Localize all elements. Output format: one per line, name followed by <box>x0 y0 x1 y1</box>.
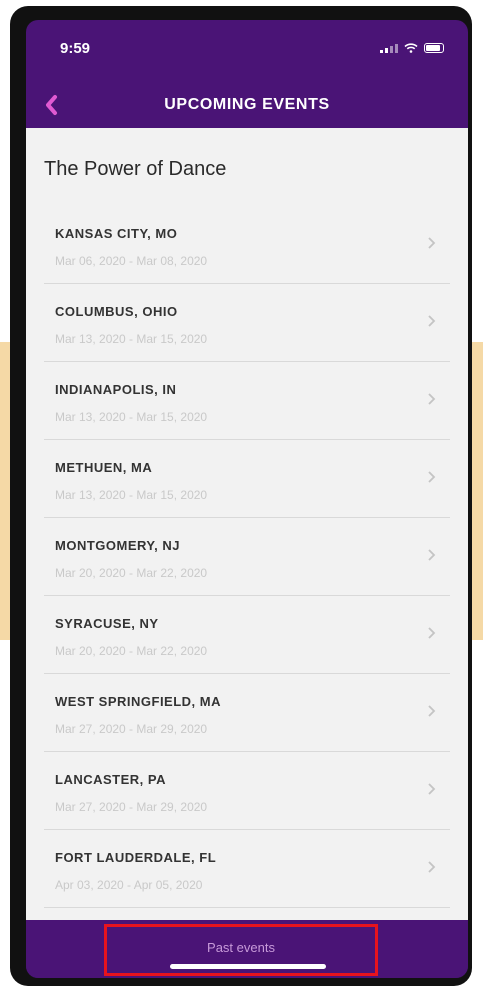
status-icons <box>380 43 444 53</box>
chevron-right-icon <box>428 783 436 795</box>
event-city: FORT LAUDERDALE, FL <box>55 850 217 865</box>
event-list-item[interactable]: SYRACUSE, NY Mar 20, 2020 - Mar 22, 2020 <box>44 596 450 674</box>
chevron-right-icon <box>428 705 436 717</box>
event-city: INDIANAPOLIS, IN <box>55 382 177 397</box>
event-city: SYRACUSE, NY <box>55 616 159 631</box>
event-city: MONTGOMERY, NJ <box>55 538 180 553</box>
bottom-bar: Past events <box>26 920 468 978</box>
event-dates: Apr 03, 2020 - Apr 05, 2020 <box>55 878 203 892</box>
nav-title: UPCOMING EVENTS <box>164 96 330 113</box>
event-dates: Mar 20, 2020 - Mar 22, 2020 <box>55 644 208 658</box>
event-dates: Mar 20, 2020 - Mar 22, 2020 <box>55 566 208 580</box>
home-indicator[interactable] <box>170 964 326 969</box>
event-dates: Mar 27, 2020 - Mar 29, 2020 <box>55 722 208 736</box>
chevron-right-icon <box>428 549 436 561</box>
event-dates: Mar 13, 2020 - Mar 15, 2020 <box>55 332 208 346</box>
phone-screen: 9:59 UPCOMING EVENTS The Power of Dance … <box>26 20 468 978</box>
nav-bar: UPCOMING EVENTS <box>26 80 468 130</box>
status-time: 9:59 <box>60 39 91 57</box>
event-city: METHUEN, MA <box>55 460 153 475</box>
wifi-icon <box>404 43 418 53</box>
event-dates: Mar 13, 2020 - Mar 15, 2020 <box>55 488 208 502</box>
content-area: The Power of Dance KANSAS CITY, MO Mar 0… <box>26 128 468 920</box>
event-list-item[interactable]: KANSAS CITY, MO Mar 06, 2020 - Mar 08, 2… <box>44 206 450 284</box>
signal-icon <box>380 43 398 53</box>
event-list: KANSAS CITY, MO Mar 06, 2020 - Mar 08, 2… <box>26 206 468 908</box>
event-list-item[interactable]: WEST SPRINGFIELD, MA Mar 27, 2020 - Mar … <box>44 674 450 752</box>
back-button[interactable] <box>36 90 66 120</box>
event-dates: Mar 13, 2020 - Mar 15, 2020 <box>55 410 208 424</box>
event-list-item[interactable]: METHUEN, MA Mar 13, 2020 - Mar 15, 2020 <box>44 440 450 518</box>
event-list-item[interactable]: MONTGOMERY, NJ Mar 20, 2020 - Mar 22, 20… <box>44 518 450 596</box>
event-list-item[interactable]: LANCASTER, PA Mar 27, 2020 - Mar 29, 202… <box>44 752 450 830</box>
event-list-item[interactable]: COLUMBUS, OHIO Mar 13, 2020 - Mar 15, 20… <box>44 284 450 362</box>
status-bar: 9:59 <box>26 20 468 76</box>
event-city: COLUMBUS, OHIO <box>55 304 178 319</box>
past-events-label: Past events <box>207 939 275 955</box>
event-city: LANCASTER, PA <box>55 772 166 787</box>
chevron-right-icon <box>428 471 436 483</box>
chevron-right-icon <box>428 627 436 639</box>
chevron-right-icon <box>428 393 436 405</box>
event-list-item[interactable]: INDIANAPOLIS, IN Mar 13, 2020 - Mar 15, … <box>44 362 450 440</box>
chevron-left-icon <box>46 95 57 115</box>
event-dates: Mar 27, 2020 - Mar 29, 2020 <box>55 800 208 814</box>
chevron-right-icon <box>428 315 436 327</box>
chevron-right-icon <box>428 861 436 873</box>
chevron-right-icon <box>428 237 436 249</box>
event-dates: Mar 06, 2020 - Mar 08, 2020 <box>55 254 208 268</box>
battery-icon <box>424 43 444 53</box>
event-city: WEST SPRINGFIELD, MA <box>55 694 221 709</box>
page-title: The Power of Dance <box>44 158 227 180</box>
event-city: KANSAS CITY, MO <box>55 226 178 241</box>
event-list-item[interactable]: FORT LAUDERDALE, FL Apr 03, 2020 - Apr 0… <box>44 830 450 908</box>
